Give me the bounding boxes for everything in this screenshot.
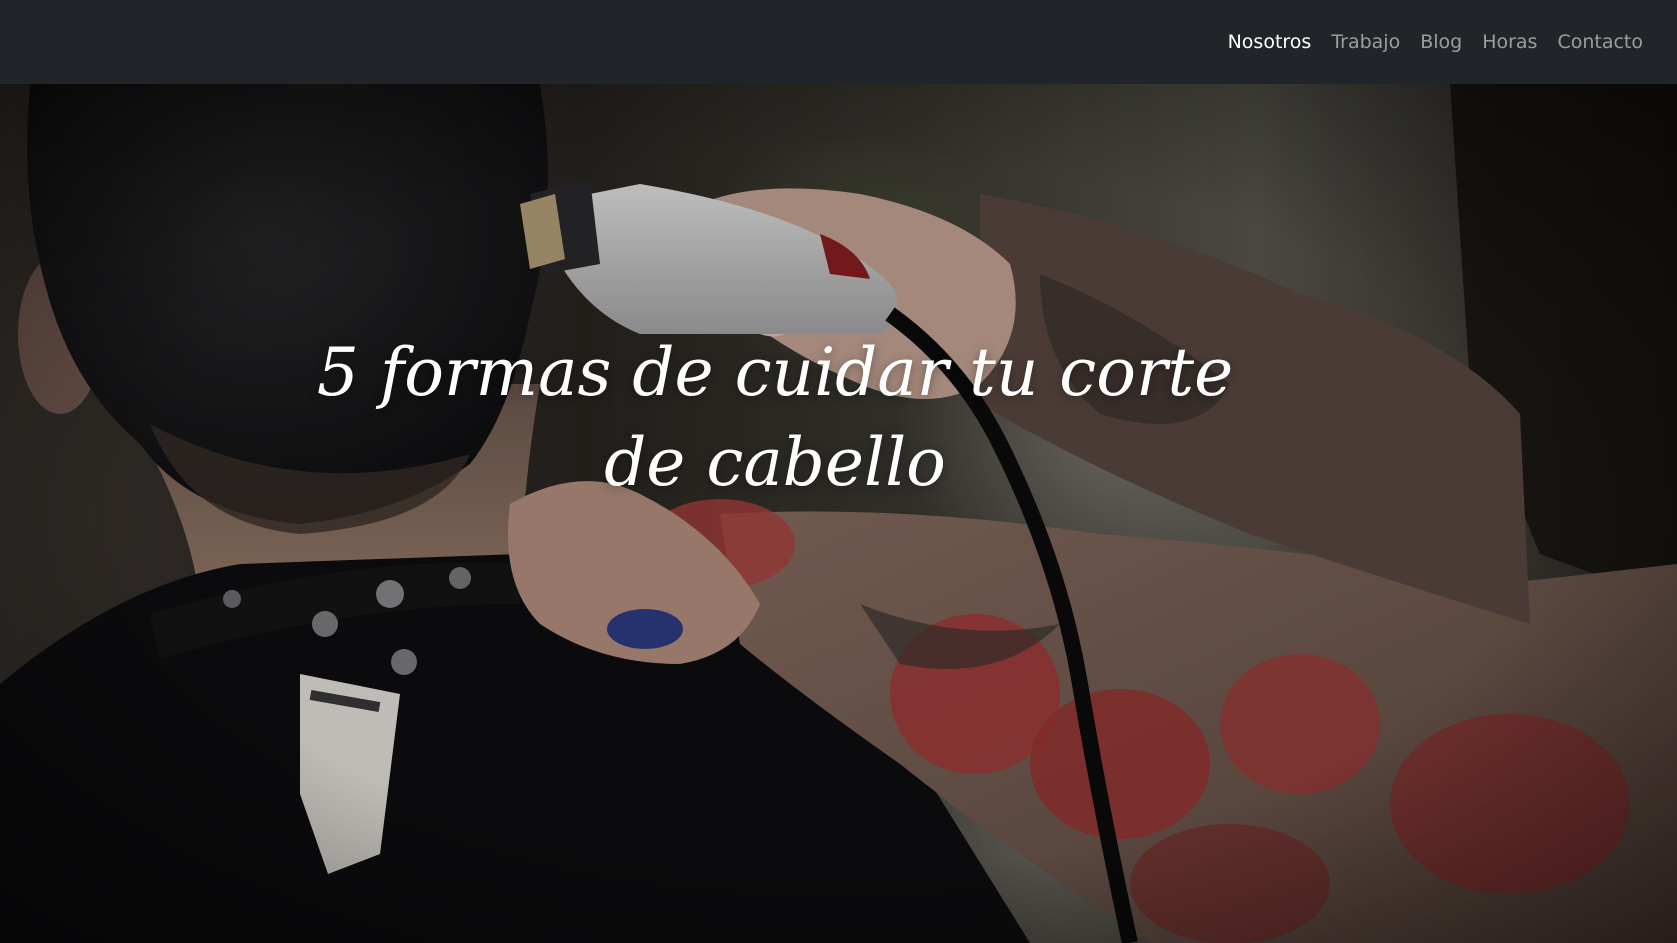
hero-background-photo (0, 84, 1677, 943)
top-navbar: Nosotros Trabajo Blog Horas Contacto (0, 0, 1677, 84)
nav-item-nosotros: Nosotros (1228, 31, 1312, 53)
nav-item-trabajo: Trabajo (1331, 31, 1400, 53)
hero-title: 5 formas de cuidar tu corte de cabello (316, 334, 1234, 501)
hero-section: 5 formas de cuidar tu corte de cabello (0, 84, 1677, 943)
nav-item-contacto: Contacto (1557, 31, 1643, 53)
nav-link-blog[interactable]: Blog (1420, 31, 1462, 53)
nav-link-trabajo[interactable]: Trabajo (1331, 31, 1400, 53)
nav-link-nosotros[interactable]: Nosotros (1228, 31, 1312, 53)
nav-item-horas: Horas (1482, 31, 1537, 53)
nav-item-blog: Blog (1420, 31, 1462, 53)
nav-menu: Nosotros Trabajo Blog Horas Contacto (1228, 31, 1643, 53)
nav-link-horas[interactable]: Horas (1482, 31, 1537, 53)
nav-link-contacto[interactable]: Contacto (1557, 31, 1643, 53)
